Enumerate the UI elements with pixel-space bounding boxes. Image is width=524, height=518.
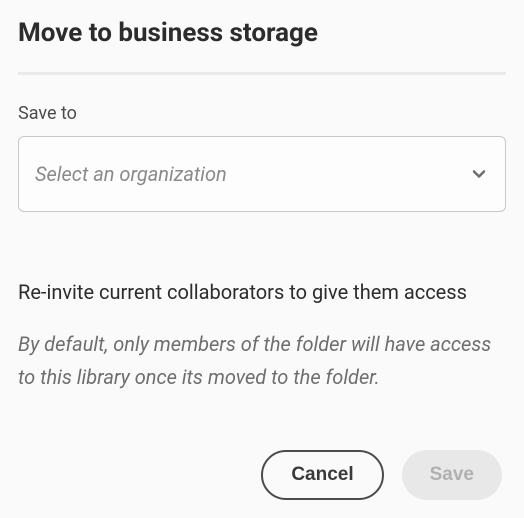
divider	[18, 72, 506, 75]
save-to-label: Save to	[18, 103, 506, 124]
reinvite-description: By default, only members of the folder w…	[18, 328, 506, 394]
organization-select[interactable]: Select an organization	[18, 136, 506, 212]
organization-select-placeholder: Select an organization	[35, 162, 469, 186]
dialog-title: Move to business storage	[18, 18, 506, 48]
reinvite-heading: Re-invite current collaborators to give …	[18, 280, 506, 304]
cancel-button[interactable]: Cancel	[261, 450, 383, 500]
save-button[interactable]: Save	[402, 450, 502, 500]
button-row: Cancel Save	[18, 450, 506, 500]
chevron-down-icon	[469, 164, 489, 184]
